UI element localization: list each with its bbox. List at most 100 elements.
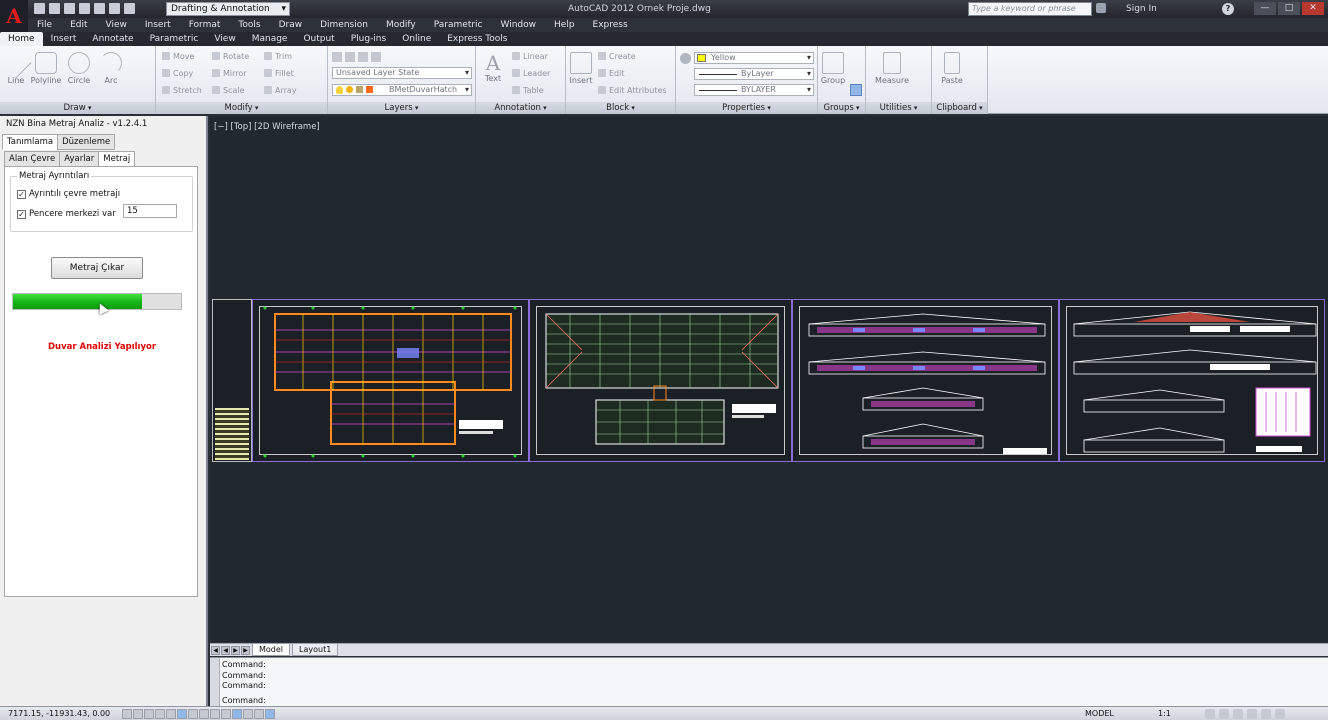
modify-panel-title[interactable]: Modify — [156, 102, 327, 114]
sign-in-link[interactable]: Sign In — [1126, 4, 1157, 14]
menu-file[interactable]: File — [28, 18, 61, 32]
match-properties-icon[interactable] — [680, 53, 691, 64]
lineweight-dropdown[interactable]: BYLAYER — [694, 84, 814, 96]
clipboard-panel-title[interactable]: Clipboard — [932, 102, 987, 114]
menu-draw[interactable]: Draw — [270, 18, 312, 32]
grid-display-icon[interactable] — [144, 709, 154, 719]
fillet-button[interactable]: Fillet — [264, 69, 294, 78]
leader-button[interactable]: Leader — [512, 69, 550, 78]
stretch-button[interactable]: Stretch — [162, 86, 202, 95]
object-snap-icon[interactable] — [177, 709, 187, 719]
trim-button[interactable]: Trim — [264, 52, 292, 61]
object-snap-tracking-icon[interactable] — [199, 709, 209, 719]
tab-model[interactable]: Model — [252, 644, 291, 656]
tab-ayarlar[interactable]: Ayarlar — [59, 151, 100, 167]
color-dropdown[interactable]: Yellow — [694, 52, 814, 64]
metraj-cikar-button[interactable]: Metraj Çıkar — [51, 257, 143, 279]
annotation-scale[interactable]: 1:1 — [1158, 709, 1171, 718]
prev-layout-icon[interactable]: ◀ — [221, 645, 230, 655]
quick-properties-icon[interactable] — [254, 709, 264, 719]
table-button[interactable]: Table — [512, 86, 544, 95]
hardware-acceleration-icon[interactable] — [1247, 709, 1257, 719]
tab-annotate[interactable]: Annotate — [84, 32, 141, 46]
tab-duzenleme[interactable]: Düzenleme — [57, 134, 116, 150]
mirror-button[interactable]: Mirror — [212, 69, 247, 78]
tab-home[interactable]: Home — [0, 32, 43, 46]
first-layout-icon[interactable]: ◀ — [211, 645, 220, 655]
rotate-button[interactable]: Rotate — [212, 52, 249, 61]
tab-express-tools[interactable]: Express Tools — [439, 32, 515, 46]
tab-metraj[interactable]: Metraj — [98, 151, 136, 167]
tab-alan-cevre[interactable]: Alan Çevre — [4, 151, 61, 167]
binoculars-icon[interactable] — [1096, 3, 1106, 13]
redo-icon[interactable] — [124, 3, 135, 14]
isolate-objects-icon[interactable] — [1261, 709, 1271, 719]
command-window-grip[interactable] — [210, 658, 220, 707]
lock-icon[interactable] — [1233, 709, 1243, 719]
menu-tools[interactable]: Tools — [229, 18, 269, 32]
group-button[interactable]: Group — [820, 52, 846, 85]
detailed-perimeter-checkbox[interactable]: ✓ Ayrıntılı çevre metrajı — [17, 189, 120, 199]
menu-express[interactable]: Express — [584, 18, 637, 32]
menu-dimension[interactable]: Dimension — [311, 18, 377, 32]
layer-state-dropdown[interactable]: Unsaved Layer State — [332, 67, 472, 79]
new-file-icon[interactable] — [34, 3, 45, 14]
checkbox-checked-icon[interactable]: ✓ — [17, 189, 26, 199]
layer-state-icon[interactable] — [345, 52, 355, 62]
menu-parametric[interactable]: Parametric — [425, 18, 492, 32]
menu-edit[interactable]: Edit — [61, 18, 96, 32]
workspace-switching-icon[interactable] — [1219, 709, 1229, 719]
lock-icon[interactable] — [356, 86, 363, 93]
workspace-dropdown[interactable]: Drafting & Annotation — [166, 2, 290, 16]
layer-color-swatch[interactable] — [366, 86, 373, 93]
transparency-icon[interactable] — [243, 709, 253, 719]
lineweight-icon[interactable] — [232, 709, 242, 719]
groups-panel-title[interactable]: Groups — [818, 102, 865, 114]
tab-layout1[interactable]: Layout1 — [292, 644, 339, 656]
search-input[interactable]: Type a keyword or phrase — [968, 2, 1092, 16]
drawing-viewport[interactable]: [−] [Top] [2D Wireframe] — [210, 116, 1328, 642]
paste-button[interactable]: Paste — [936, 52, 968, 85]
layer-properties-icon[interactable] — [332, 52, 342, 62]
circle-button[interactable]: Circle — [66, 52, 92, 85]
properties-panel-title[interactable]: Properties — [676, 102, 817, 114]
tab-plug-ins[interactable]: Plug-ins — [343, 32, 395, 46]
3d-object-snap-icon[interactable] — [188, 709, 198, 719]
clean-screen-icon[interactable] — [1275, 709, 1285, 719]
save-icon[interactable] — [64, 3, 75, 14]
snap-mode-icon[interactable] — [133, 709, 143, 719]
line-button[interactable]: Line — [0, 47, 32, 85]
selection-cycling-icon[interactable] — [265, 709, 275, 719]
move-button[interactable]: Move — [162, 52, 194, 61]
autocad-logo[interactable]: A — [0, 0, 28, 32]
annotation-visibility-icon[interactable] — [1205, 709, 1215, 719]
text-button[interactable]: A Text — [480, 52, 506, 83]
help-icon[interactable]: ? — [1222, 3, 1234, 15]
sun-icon[interactable] — [346, 86, 353, 93]
menu-view[interactable]: View — [97, 18, 136, 32]
minimize-button[interactable]: — — [1254, 2, 1276, 15]
create-block-button[interactable]: Create — [598, 52, 636, 61]
arc-button[interactable]: Arc — [98, 52, 124, 85]
draw-panel-title[interactable]: Draw — [0, 102, 155, 114]
tab-output[interactable]: Output — [295, 32, 342, 46]
dynamic-ucs-icon[interactable] — [210, 709, 220, 719]
edit-attributes-button[interactable]: Edit Attributes — [598, 86, 667, 95]
menu-modify[interactable]: Modify — [377, 18, 425, 32]
model-space-toggle[interactable]: MODEL — [1085, 709, 1114, 718]
edit-block-button[interactable]: Edit — [598, 69, 625, 78]
tab-online[interactable]: Online — [394, 32, 439, 46]
command-input[interactable]: Command: — [222, 696, 266, 705]
tab-view[interactable]: View — [206, 32, 243, 46]
layers-panel-title[interactable]: Layers — [328, 102, 475, 114]
linear-button[interactable]: Linear — [512, 52, 548, 61]
last-layout-icon[interactable]: ▶ — [241, 645, 250, 655]
print-icon[interactable] — [94, 3, 105, 14]
tab-manage[interactable]: Manage — [244, 32, 296, 46]
block-panel-title[interactable]: Block — [566, 102, 675, 114]
group-select-icon[interactable] — [850, 84, 862, 96]
layer-isolate-icon[interactable] — [358, 52, 368, 62]
menu-window[interactable]: Window — [492, 18, 546, 32]
menu-help[interactable]: Help — [545, 18, 584, 32]
linetype-dropdown[interactable]: ByLayer — [694, 68, 814, 80]
